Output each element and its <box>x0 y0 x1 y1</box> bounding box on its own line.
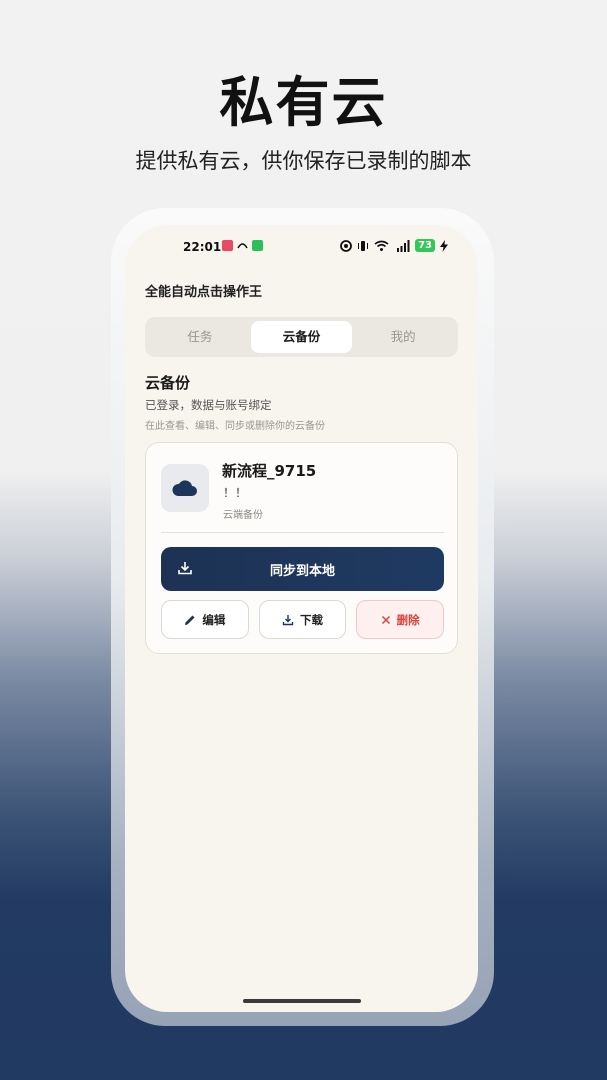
backup-description: ！！ <box>223 486 248 500</box>
delete-button[interactable]: 删除 <box>356 600 445 639</box>
home-indicator[interactable] <box>243 999 361 1003</box>
section-hint: 在此查看、编辑、同步或删除你的云备份 <box>145 421 325 432</box>
vibrate-icon <box>358 240 369 251</box>
edit-label: 编辑 <box>202 612 226 627</box>
backup-card: 新流程_9715 ！！ 云端备份 同步到本地 编辑 下载 删除 <box>145 442 458 654</box>
battery-indicator: 73 <box>415 239 435 252</box>
sync-to-local-label: 同步到本地 <box>269 563 335 579</box>
signal-icon <box>397 239 410 252</box>
sync-to-local-button[interactable]: 同步到本地 <box>161 547 444 591</box>
action-row: 编辑 下载 删除 <box>161 600 445 639</box>
wifi-icon <box>374 240 389 251</box>
wechat-notification-icon <box>252 240 263 251</box>
app-title: 全能自动点击操作王 <box>145 285 263 300</box>
backup-name: 新流程_9715 <box>222 462 317 480</box>
pencil-icon <box>185 615 195 625</box>
delete-label: 删除 <box>396 612 420 627</box>
cloud-icon-box <box>161 464 209 512</box>
cloud-icon <box>172 480 197 496</box>
nfc-icon <box>340 239 352 252</box>
notification-icons <box>222 240 263 254</box>
download-label: 下载 <box>300 612 323 627</box>
hero-title: 私有云 <box>219 71 388 134</box>
tab-cloud-backup[interactable]: 云备份 <box>250 321 353 353</box>
login-status: 已登录，数据与账号绑定 <box>145 398 272 412</box>
tab-mine[interactable]: 我的 <box>352 321 454 353</box>
download-icon <box>282 614 294 625</box>
status-bar: 22:01 73 <box>125 225 478 269</box>
section-title: 云备份 <box>145 374 191 392</box>
app-notification-icon <box>222 240 233 251</box>
backup-source: 云端备份 <box>223 510 263 521</box>
phone-screen: 22:01 73 全能自动点击操作王 任务 云备份 我的 云备份 已登录，数据与… <box>125 225 478 1012</box>
status-time: 22:01 <box>183 240 222 254</box>
tab-tasks[interactable]: 任务 <box>149 321 251 353</box>
divider <box>161 532 444 533</box>
tab-bar: 任务 云备份 我的 <box>145 317 458 357</box>
headset-icon <box>237 240 248 254</box>
download-tray-icon <box>177 560 193 580</box>
edit-button[interactable]: 编辑 <box>161 600 249 639</box>
close-icon <box>381 615 390 624</box>
hero-subtitle: 提供私有云，供你保存已录制的脚本 <box>135 149 472 173</box>
status-right: 73 <box>340 239 448 252</box>
download-button[interactable]: 下载 <box>258 600 347 639</box>
charging-icon <box>440 239 448 252</box>
